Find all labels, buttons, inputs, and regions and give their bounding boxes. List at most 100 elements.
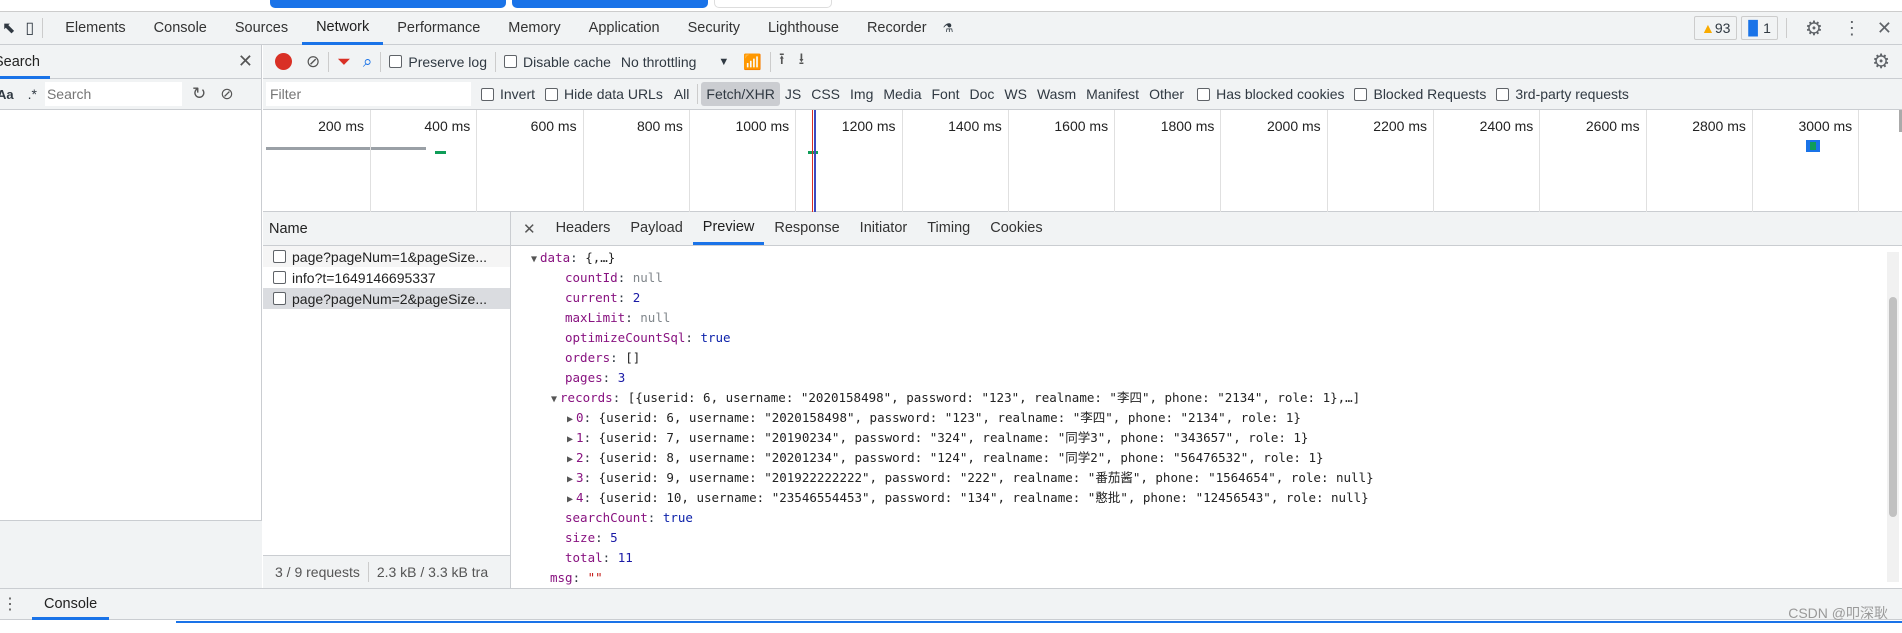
filter-type-all[interactable]: All xyxy=(669,82,695,106)
tab-memory[interactable]: Memory xyxy=(494,12,574,45)
tab-initiator[interactable]: Initiator xyxy=(850,212,918,245)
name-column-header[interactable]: Name xyxy=(263,212,510,246)
disable-cache-checkbox[interactable]: Disable cache xyxy=(503,54,611,70)
expand-triangle-icon[interactable]: ▼ xyxy=(551,394,557,405)
message-icon: ▉ xyxy=(1748,19,1760,36)
request-checkbox[interactable] xyxy=(273,250,286,263)
json-key: countId xyxy=(565,270,618,285)
expand-triangle-icon[interactable]: ▶ xyxy=(567,474,573,485)
blocked-requests-checkbox[interactable]: Blocked Requests xyxy=(1354,86,1486,102)
preview-scrollbar[interactable] xyxy=(1887,252,1899,582)
expand-triangle-icon[interactable]: ▶ xyxy=(567,414,573,425)
json-value: "" xyxy=(587,570,603,585)
expand-triangle-icon[interactable]: ▶ xyxy=(567,454,573,465)
has-blocked-cookies-checkbox[interactable]: Has blocked cookies xyxy=(1197,86,1344,102)
console-area[interactable] xyxy=(0,620,1902,633)
request-bar xyxy=(808,151,818,154)
close-devtools-icon[interactable]: ✕ xyxy=(1877,18,1892,39)
tab-security[interactable]: Security xyxy=(674,12,754,45)
warnings-badge[interactable]: ▲ 93 xyxy=(1693,16,1738,40)
json-field: maxLimit: null xyxy=(565,310,671,325)
record-button[interactable] xyxy=(275,53,292,70)
filter-type-css[interactable]: CSS xyxy=(806,82,845,106)
filter-type-js[interactable]: JS xyxy=(780,82,806,106)
tab-cookies[interactable]: Cookies xyxy=(980,212,1052,245)
request-checkbox[interactable] xyxy=(273,271,286,284)
json-field: orders: [] xyxy=(565,350,641,365)
tab-elements[interactable]: Elements xyxy=(51,12,139,45)
close-search-icon[interactable]: ✕ xyxy=(238,51,253,72)
page-button[interactable] xyxy=(512,0,708,8)
more-options-icon[interactable]: ⋮ xyxy=(1843,18,1861,39)
json-record: ▶ 1: {userid: 7, username: "20190234", pa… xyxy=(567,430,1309,445)
tab-timing[interactable]: Timing xyxy=(917,212,980,245)
preserve-log-checkbox[interactable]: Preserve log xyxy=(389,54,487,70)
filter-type-ws[interactable]: WS xyxy=(999,82,1032,106)
json-value: [] xyxy=(625,350,641,365)
filter-icon[interactable]: ⏷ xyxy=(337,52,351,72)
tab-preview[interactable]: Preview xyxy=(692,212,765,245)
filter-type-doc[interactable]: Doc xyxy=(965,82,1000,106)
export-har-icon[interactable]: ⭳ xyxy=(799,48,805,75)
filter-type-manifest[interactable]: Manifest xyxy=(1081,82,1144,106)
clear-search-icon[interactable]: ⊘ xyxy=(220,84,233,104)
filter-type-font[interactable]: Font xyxy=(927,82,965,106)
search-icon[interactable]: ⌕ xyxy=(363,52,373,72)
filter-input[interactable] xyxy=(266,82,471,106)
search-input[interactable] xyxy=(44,82,182,106)
hide-data-urls-checkbox[interactable]: Hide data URLs xyxy=(545,86,663,102)
tab-application[interactable]: Application xyxy=(575,12,674,45)
request-row[interactable]: page?pageNum=1&pageSize... xyxy=(263,246,510,267)
tab-recorder[interactable]: Recorder xyxy=(853,12,941,45)
close-details-icon[interactable]: ✕ xyxy=(523,220,536,238)
network-settings-icon[interactable]: ⚙ xyxy=(1872,49,1890,74)
json-record: ▶ 2: {userid: 8, username: "20201234", pa… xyxy=(567,450,1324,465)
filter-type-img[interactable]: Img xyxy=(845,82,878,106)
regex-toggle[interactable]: .* xyxy=(28,86,37,102)
settings-gear-icon[interactable]: ⚙ xyxy=(1805,16,1823,41)
invert-checkbox[interactable]: Invert xyxy=(481,86,535,102)
tab-sources[interactable]: Sources xyxy=(221,12,302,45)
json-key: size xyxy=(565,530,596,545)
tab-headers[interactable]: Headers xyxy=(546,212,621,245)
json-value: 2 xyxy=(632,290,641,305)
network-overview-timeline[interactable]: 200 ms 400 ms 600 ms 800 ms 1000 ms 1200 ms 14… xyxy=(263,110,1902,212)
match-case-toggle[interactable]: Aa xyxy=(0,87,14,102)
filter-type-fetchxhr[interactable]: Fetch/XHR xyxy=(701,82,780,106)
drawer-tab-console[interactable]: Console xyxy=(32,589,110,620)
tab-performance[interactable]: Performance xyxy=(383,12,494,45)
expand-triangle-icon[interactable]: ▶ xyxy=(567,494,573,505)
tab-network[interactable]: Network xyxy=(302,12,384,45)
request-checkbox[interactable] xyxy=(273,292,286,305)
expand-triangle-icon[interactable]: ▼ xyxy=(531,254,537,265)
tab-console[interactable]: Console xyxy=(140,12,221,45)
filter-type-media[interactable]: Media xyxy=(878,82,926,106)
expand-triangle-icon[interactable]: ▶ xyxy=(567,434,573,445)
json-key: orders xyxy=(565,350,611,365)
tab-response[interactable]: Response xyxy=(764,212,849,245)
device-toolbar-icon[interactable]: ▯ xyxy=(25,18,34,38)
timeline-tick-label: 1400 ms xyxy=(948,118,1002,134)
request-row[interactable]: page?pageNum=2&pageSize... xyxy=(263,288,510,309)
throttling-select[interactable]: No throttling ▼ xyxy=(621,54,729,70)
inspect-element-icon[interactable]: ⬉ xyxy=(2,18,15,38)
timeline-tick-label: 2000 ms xyxy=(1266,118,1321,134)
filter-type-other[interactable]: Other xyxy=(1144,82,1189,106)
search-panel-title[interactable]: Search xyxy=(0,45,50,79)
tab-lighthouse[interactable]: Lighthouse xyxy=(754,12,853,45)
network-conditions-icon[interactable]: 📶 xyxy=(743,53,762,71)
clear-icon[interactable]: ⊘ xyxy=(306,52,320,72)
json-field: optimizeCountSql: true xyxy=(565,330,731,345)
third-party-requests-checkbox[interactable]: 3rd-party requests xyxy=(1496,86,1629,102)
request-row[interactable]: info?t=1649146695337 xyxy=(263,267,510,288)
page-button[interactable] xyxy=(714,0,832,8)
scrollbar-thumb[interactable] xyxy=(1889,297,1897,517)
drawer-menu-icon[interactable]: ⋮ xyxy=(2,594,18,614)
page-button[interactable] xyxy=(270,0,506,8)
tab-payload[interactable]: Payload xyxy=(620,212,692,245)
filter-type-wasm[interactable]: Wasm xyxy=(1032,82,1081,106)
timeline-tick-label: 2600 ms xyxy=(1585,118,1640,134)
messages-badge[interactable]: ▉ 1 xyxy=(1741,16,1778,40)
refresh-icon[interactable]: ↻ xyxy=(192,84,206,104)
import-har-icon[interactable]: ⭱ xyxy=(779,48,785,75)
